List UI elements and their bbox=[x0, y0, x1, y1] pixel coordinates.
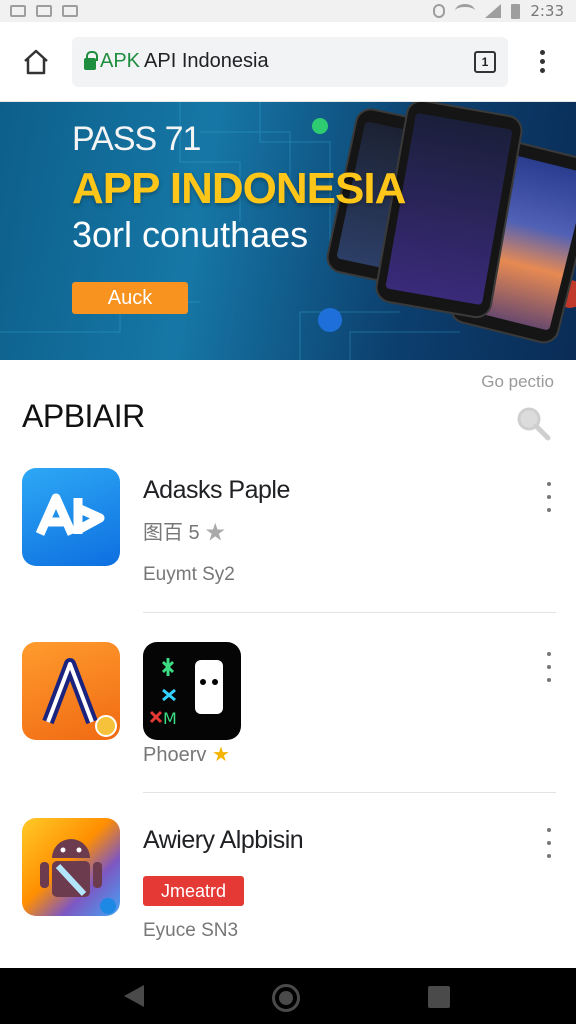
more-options-button[interactable] bbox=[542, 652, 556, 682]
search-icon bbox=[517, 407, 551, 441]
ab-logo-icon bbox=[35, 493, 105, 536]
star-icon: ★ bbox=[205, 522, 226, 544]
banner-button[interactable]: Auck bbox=[72, 282, 188, 314]
section-link[interactable]: Go pectio bbox=[481, 372, 554, 392]
search-button[interactable] bbox=[514, 404, 554, 444]
menu-dot bbox=[547, 828, 551, 832]
status-time: 2:33 bbox=[530, 2, 564, 20]
section-title: APBIAIR bbox=[22, 398, 145, 434]
robot-character-icon: M bbox=[149, 658, 223, 728]
list-item[interactable]: Awiery Alpbisin Jmeatrd Eyuce SN3 bbox=[0, 816, 576, 966]
app-icon[interactable]: M bbox=[143, 642, 241, 740]
app-icon[interactable] bbox=[22, 642, 120, 740]
notification-icon bbox=[10, 5, 26, 17]
app-developer: Eyuce SN3 bbox=[143, 920, 239, 941]
url-text: API Indonesia bbox=[144, 50, 269, 72]
lock-icon bbox=[84, 50, 98, 70]
android-logo-icon bbox=[40, 839, 116, 914]
notification-icon bbox=[62, 5, 78, 17]
menu-dot bbox=[547, 482, 551, 486]
wifi-icon bbox=[455, 4, 476, 18]
menu-dot bbox=[539, 68, 545, 73]
app-name: Awiery Alpbisin bbox=[143, 826, 304, 854]
overflow-menu-button[interactable] bbox=[508, 22, 576, 102]
url-bar[interactable]: APK API Indonesia 1 bbox=[72, 36, 508, 87]
divider bbox=[143, 612, 556, 613]
recents-icon[interactable] bbox=[428, 986, 450, 1008]
banner-subtitle: 3orl conuthaes bbox=[72, 214, 309, 255]
star-icon: ★ bbox=[211, 744, 230, 766]
more-options-button[interactable] bbox=[542, 828, 556, 858]
home-button[interactable] bbox=[0, 22, 72, 102]
app-icon[interactable] bbox=[22, 468, 120, 566]
banner-title: APP INDONESIA bbox=[72, 164, 406, 213]
list-item[interactable]: Adasks Paple 图百 5 ★ Euymt Sy2 bbox=[0, 466, 576, 614]
rating-text: Phoerv bbox=[143, 744, 207, 766]
url-prefix: APK bbox=[100, 50, 141, 72]
home-nav-icon[interactable] bbox=[272, 984, 300, 1012]
app-rating: Phoerv ★ bbox=[143, 742, 230, 767]
menu-dot bbox=[547, 508, 551, 512]
tab-switcher-button[interactable]: 1 bbox=[474, 50, 496, 73]
list-item[interactable]: M Phoerv ★ bbox=[0, 640, 576, 794]
signal-icon bbox=[485, 4, 502, 18]
back-icon[interactable] bbox=[124, 985, 144, 1007]
banner-small-text: PASS 71 bbox=[72, 120, 201, 158]
promo-banner[interactable]: PASS 71 APP INDONESIA 3orl conuthaes Auc… bbox=[0, 102, 576, 360]
app-developer: Euymt Sy2 bbox=[143, 564, 235, 585]
notification-icon bbox=[36, 5, 52, 17]
menu-dot bbox=[547, 854, 551, 858]
status-right: 2:33 bbox=[433, 2, 564, 20]
menu-dot bbox=[547, 841, 551, 845]
home-icon bbox=[24, 49, 48, 74]
status-left bbox=[10, 5, 78, 17]
app-rating: 图百 5 ★ bbox=[143, 516, 225, 545]
divider bbox=[143, 792, 556, 793]
menu-dot bbox=[547, 678, 551, 682]
rating-text: 图百 5 bbox=[143, 522, 200, 544]
app-icon[interactable] bbox=[22, 818, 120, 916]
app-tag: Jmeatrd bbox=[143, 876, 245, 906]
system-nav-bar bbox=[0, 968, 576, 1024]
battery-icon bbox=[511, 3, 521, 19]
menu-dot bbox=[547, 495, 551, 499]
menu-dot bbox=[539, 50, 545, 55]
browser-toolbar: APK API Indonesia 1 bbox=[0, 22, 576, 102]
menu-dot bbox=[539, 59, 545, 64]
menu-dot bbox=[547, 665, 551, 669]
a-logo-icon bbox=[42, 658, 117, 737]
app-name: Adasks Paple bbox=[143, 476, 290, 504]
alarm-icon bbox=[433, 4, 446, 18]
status-bar: 2:33 bbox=[0, 0, 576, 22]
more-options-button[interactable] bbox=[542, 482, 556, 512]
svg-text:M: M bbox=[163, 709, 177, 728]
menu-dot bbox=[547, 652, 551, 656]
